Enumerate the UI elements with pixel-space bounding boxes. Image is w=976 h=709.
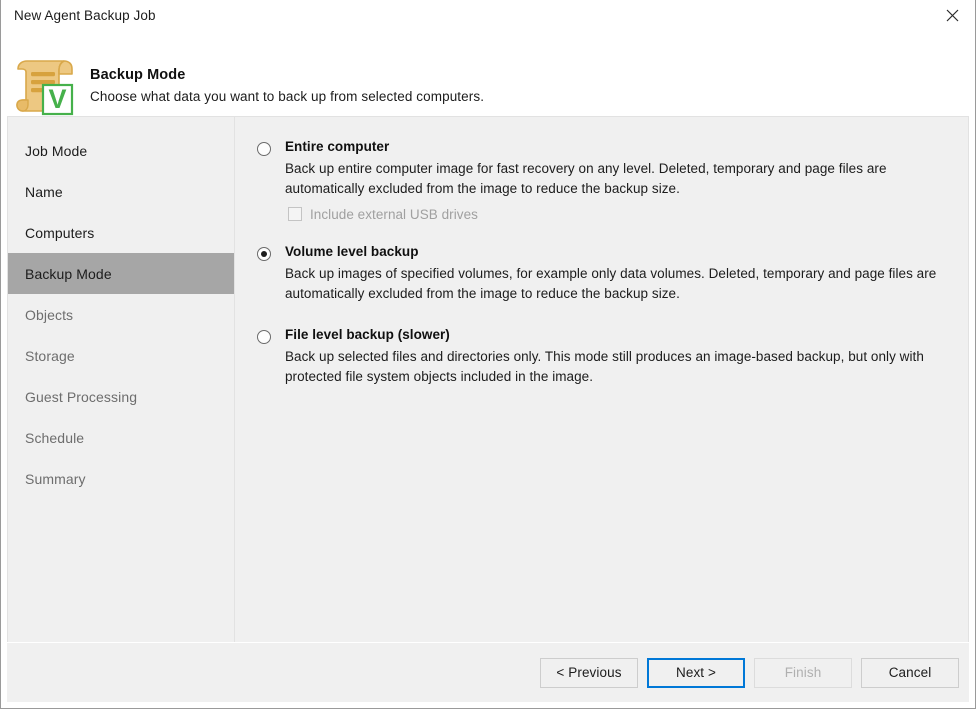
- new-agent-backup-job-dialog: New Agent Backup Job V Backup Mode Choos…: [0, 0, 976, 709]
- sidebar-item-label: Name: [25, 183, 63, 200]
- sidebar-item-label: Computers: [25, 224, 95, 241]
- option-title: File level backup (slower): [285, 326, 450, 342]
- sidebar-item-job-mode[interactable]: Job Mode: [8, 130, 234, 171]
- option-file-level-backup-slower[interactable]: File level backup (slower) Back up select…: [255, 327, 954, 388]
- svg-text:V: V: [48, 84, 66, 114]
- cancel-button[interactable]: Cancel: [861, 657, 959, 688]
- sidebar-item-guest-processing[interactable]: Guest Processing: [8, 376, 234, 417]
- sidebar-item-label: Job Mode: [25, 142, 88, 159]
- sidebar-item-label: Guest Processing: [25, 388, 138, 405]
- option-description: Back up selected files and directories o…: [285, 348, 924, 385]
- dialog-header: V Backup Mode Choose what data you want …: [1, 31, 975, 116]
- close-icon: [946, 9, 959, 22]
- sidebar-item-label: Backup Mode: [25, 265, 112, 282]
- backup-mode-options-panel: Entire computer Back up entire computer i…: [235, 117, 968, 642]
- sidebar-item-label: Objects: [25, 306, 74, 323]
- sidebar-item-schedule[interactable]: Schedule: [8, 417, 234, 458]
- sidebar-item-computers[interactable]: Computers: [8, 212, 234, 253]
- dialog-footer: < Previous Next > Finish Cancel: [7, 642, 969, 702]
- option-description: Back up entire computer image for fast r…: [285, 160, 887, 197]
- sidebar-item-label: Schedule: [25, 429, 85, 446]
- option-title: Volume level backup: [285, 243, 419, 259]
- page-subtitle: Choose what data you want to back up fro…: [90, 89, 485, 105]
- checkbox-include-external-usb-drives: [288, 207, 302, 222]
- option-entire-computer[interactable]: Entire computer Back up entire computer i…: [255, 139, 954, 222]
- next-button[interactable]: Next >: [647, 657, 745, 688]
- option-title: Entire computer: [285, 139, 390, 154]
- button-label: Cancel: [888, 665, 932, 680]
- dialog-body: Job Mode Name Computers Backup Mode Objects S…: [7, 116, 969, 642]
- page-title: Backup Mode: [90, 67, 186, 83]
- sidebar-item-label: Storage: [25, 347, 75, 364]
- title-bar: New Agent Backup Job: [1, 0, 975, 31]
- button-label: < Previous: [556, 665, 622, 680]
- sidebar-item-label: Summary: [25, 470, 86, 487]
- previous-button[interactable]: < Previous: [540, 657, 638, 688]
- suboption-label: Include external USB drives: [310, 206, 478, 222]
- backup-job-document-icon: V: [12, 52, 78, 118]
- radio-volume-level-backup[interactable]: [257, 246, 271, 261]
- option-volume-level-backup[interactable]: Volume level backup Back up images of spe…: [255, 244, 954, 305]
- suboption-include-external-usb-drives: Include external USB drives: [285, 207, 954, 222]
- sidebar-item-name[interactable]: Name: [8, 171, 234, 212]
- finish-button: Finish: [754, 657, 852, 688]
- button-label: Next >: [676, 665, 716, 680]
- sidebar-item-backup-mode[interactable]: Backup Mode: [8, 253, 234, 294]
- wizard-step-sidebar: Job Mode Name Computers Backup Mode Objects S…: [8, 117, 235, 642]
- radio-file-level-backup-slower[interactable]: [257, 329, 271, 344]
- sidebar-item-summary[interactable]: Summary: [8, 458, 234, 499]
- close-button[interactable]: [930, 0, 975, 30]
- option-description: Back up images of specified volumes, for…: [285, 265, 937, 302]
- button-label: Finish: [784, 665, 822, 680]
- window-title: New Agent Backup Job: [14, 7, 156, 23]
- header-text-block: Backup Mode Choose what data you want to…: [90, 67, 484, 106]
- sidebar-item-storage[interactable]: Storage: [8, 335, 234, 376]
- sidebar-item-objects[interactable]: Objects: [8, 294, 234, 335]
- radio-entire-computer[interactable]: [257, 142, 271, 156]
